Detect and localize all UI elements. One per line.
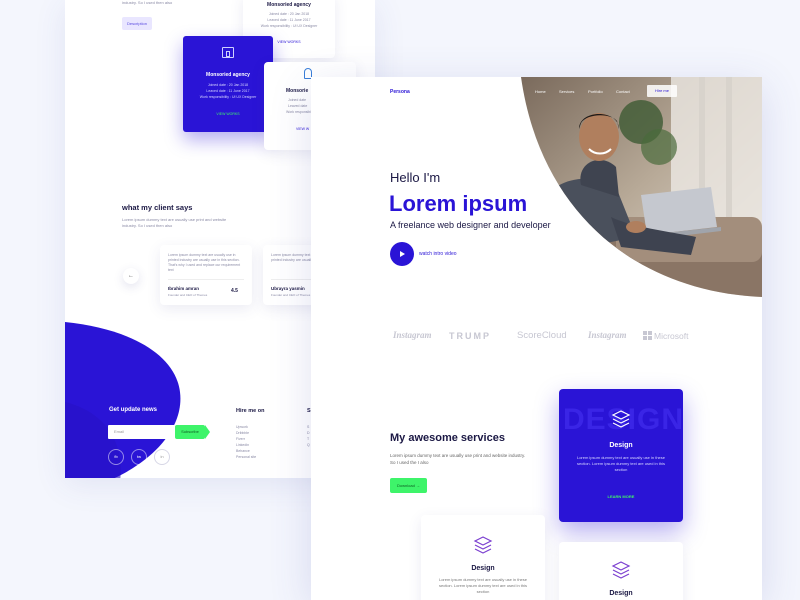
testimonial-role: Founder and CEO of Themes (168, 293, 208, 297)
testimonial-card: Lorem ipsum dummy text are usually use i… (160, 245, 252, 305)
subscribe-arrow (205, 425, 210, 439)
view-works-link[interactable]: VIEW WORKS (183, 112, 273, 116)
testimonial-name: Ubrayra yasmin (271, 286, 305, 291)
clients-description: Lorem ipsum dummy text are usually use p… (122, 217, 227, 228)
footer-link[interactable]: Q (307, 442, 310, 448)
card-title: Monsorie (286, 88, 309, 94)
nav-contact[interactable]: Contact (616, 89, 630, 94)
nav-portfolio[interactable]: Portfolio (588, 89, 603, 94)
service-card[interactable]: Design Lorem ipsum dummy text are usuall… (421, 515, 545, 600)
email-input[interactable]: Email (108, 425, 176, 439)
service-title: Design (609, 590, 633, 597)
description-button[interactable]: Description (122, 17, 152, 30)
clients-title: what my client says (122, 203, 193, 212)
layers-icon (611, 410, 631, 428)
hire-title: Hire me on (236, 408, 265, 414)
facebook-icon[interactable]: fb (108, 449, 124, 465)
services-description: Lorem ipsum dummy text are usually use p… (390, 453, 526, 465)
newsletter-title: Get update news (109, 407, 158, 413)
play-video-button[interactable] (390, 242, 414, 266)
linkedin-icon[interactable]: in (154, 449, 170, 465)
service-title: Design (471, 565, 495, 572)
brand-logo: Microsoft (654, 331, 689, 341)
download-button[interactable]: Download → (390, 478, 427, 493)
brand-logo: Instagram (588, 330, 627, 340)
testimonial-role: Founder and CEO of Themes (271, 293, 311, 297)
logo[interactable]: Persona (390, 89, 410, 95)
view-works-link[interactable]: VIEW W (296, 127, 309, 131)
twitter-icon[interactable]: tw (131, 449, 147, 465)
service-description: Lorem ipsum dummy text are usually use i… (576, 455, 666, 472)
hire-link[interactable]: Personal site (236, 454, 256, 460)
brand-logo: TRUMP (449, 331, 491, 341)
service-description: Lorem ipsum dummy text are usually use i… (438, 577, 528, 594)
experience-card-featured: Monsoried agency Joined date : 20 Jan 20… (183, 36, 273, 132)
nav-services[interactable]: Services (559, 89, 574, 94)
intro-text: industry. So I used then also (122, 0, 173, 5)
brand-logo: ScoreCloud (517, 330, 567, 341)
layers-icon (473, 536, 493, 554)
hero-photo (521, 77, 762, 297)
microsoft-icon (643, 331, 652, 340)
layers-icon (611, 561, 631, 579)
service-card[interactable]: Design (559, 542, 683, 600)
hero-tagline: A freelance web designer and developer (390, 220, 551, 230)
card-title: Monsoried agency (267, 2, 311, 8)
card-line: Work responsibility : UI UX Designer (199, 95, 257, 99)
subscribe-button[interactable]: Subscribe (175, 425, 205, 439)
testimonial-name: Ibrahim amran (168, 286, 200, 291)
hire-me-button[interactable]: Hire me (647, 85, 677, 97)
testimonial-text: Lorem ipsum dummy text are usually use i… (168, 253, 241, 272)
services-title: My awesome services (390, 432, 505, 444)
watch-video-link[interactable]: watch intro video (419, 251, 457, 257)
email-placeholder: Email (114, 429, 125, 434)
brand-logo: Instagram (393, 330, 432, 340)
service-card-featured[interactable]: DESIGN Design Lorem ipsum dummy text are… (559, 389, 683, 522)
divider (168, 279, 244, 280)
service-title: Design (609, 442, 633, 449)
card-line: Work responsibility : UI UX Designer (260, 24, 318, 28)
nav-home[interactable]: Home (535, 89, 546, 94)
front-page-preview: Persona Home Services Portfolio Contact … (311, 77, 762, 600)
hero-name: Lorem ipsum (389, 191, 528, 216)
hero-greeting: Hello I'm (390, 170, 441, 185)
card-line: Work responsibil (286, 110, 312, 114)
card-title: Monsoried agency (206, 72, 250, 78)
building-icon (222, 47, 234, 58)
carousel-prev-button[interactable]: ← (123, 268, 139, 284)
play-icon (400, 251, 405, 257)
testimonial-rating: 4.5 (231, 288, 238, 294)
learn-more-link[interactable]: LEARN MORE (559, 494, 683, 499)
